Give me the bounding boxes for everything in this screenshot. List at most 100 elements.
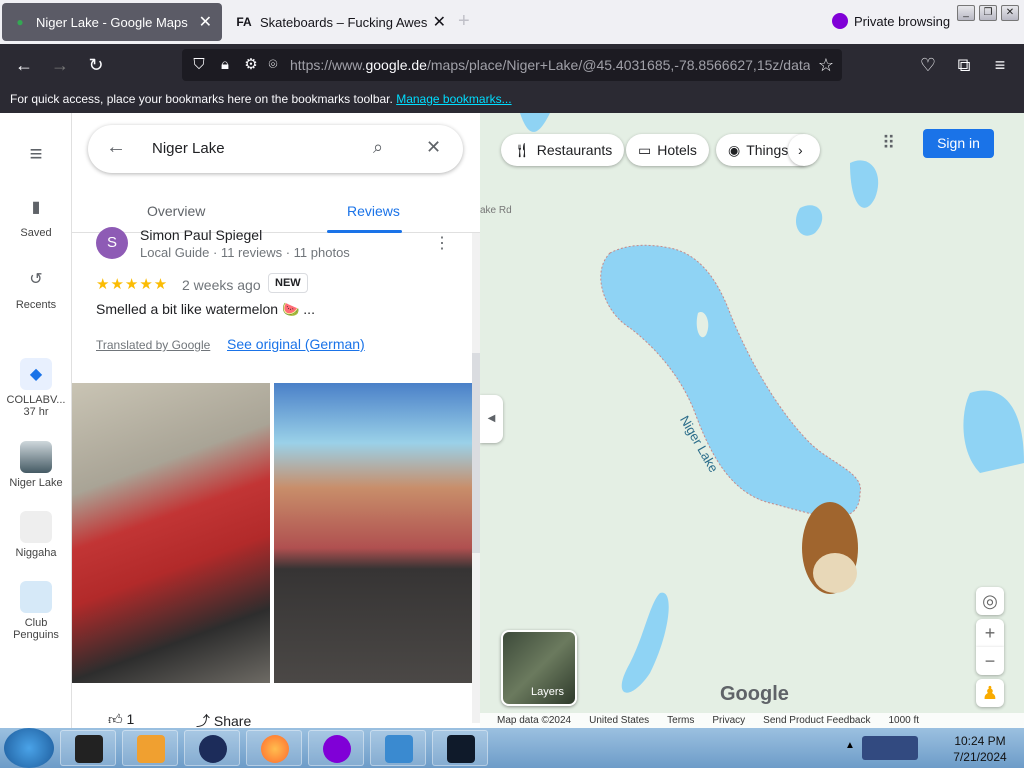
- lock-icon[interactable]: 🔒︎: [214, 54, 236, 76]
- beaver-belly: [813, 553, 857, 593]
- search-icon[interactable]: ⌕: [373, 137, 383, 158]
- sign-in-button[interactable]: Sign in: [923, 129, 994, 158]
- feedback-link[interactable]: Send Product Feedback: [763, 715, 870, 726]
- minimize-button[interactable]: _: [957, 5, 975, 21]
- terminal-icon: [75, 735, 103, 763]
- zoom-in-button[interactable]: +: [976, 619, 1004, 647]
- zoom-out-button[interactable]: −: [976, 647, 1004, 675]
- thumbs-up-icon: 👍︎: [108, 711, 123, 727]
- menu-icon[interactable]: ≡: [989, 54, 1011, 76]
- taskbar-app-6[interactable]: [370, 730, 426, 766]
- recent-collab[interactable]: ◆ COLLABV... 37 hr: [0, 358, 72, 418]
- reload-icon[interactable]: ↻: [85, 54, 107, 76]
- search-box[interactable]: ← Niger Lake ⌕ ✕: [88, 125, 463, 173]
- niger-lake-water[interactable]: [600, 244, 861, 518]
- reviewer-name[interactable]: Simon Paul Spiegel: [140, 227, 262, 243]
- map-data-credit: Map data ©2024: [497, 715, 572, 726]
- pond-south: [621, 592, 669, 693]
- monitor-icon: [447, 735, 475, 763]
- tray-expand-icon[interactable]: ▲: [845, 740, 855, 751]
- menu-button[interactable]: ≡: [0, 138, 72, 174]
- bookmark-icon: ▮: [31, 199, 41, 216]
- location-icon[interactable]: ⌾: [262, 54, 284, 76]
- search-input[interactable]: Niger Lake: [152, 140, 225, 157]
- new-badge: NEW: [268, 273, 308, 293]
- map-footer: Map data ©2024 United States Terms Priva…: [480, 713, 1024, 728]
- layers-button[interactable]: Layers: [501, 630, 577, 706]
- forward-icon[interactable]: →: [49, 54, 71, 76]
- url-bar[interactable]: ⛉ 🔒︎ ⚙ ⌾ https://www.google.de/maps/plac…: [182, 49, 842, 81]
- tab-niger-lake[interactable]: ● Niger Lake - Google Maps ✕: [2, 3, 222, 41]
- terms-link[interactable]: Terms: [667, 715, 694, 726]
- chips-next-button[interactable]: ›: [788, 134, 820, 166]
- restore-button[interactable]: ❐: [979, 5, 997, 21]
- media-player-icon: [137, 735, 165, 763]
- pocket-icon[interactable]: ♡: [917, 54, 939, 76]
- recent-niggaha[interactable]: Niggaha: [0, 511, 72, 559]
- url-text: https://www.google.de/maps/place/Niger+L…: [290, 57, 810, 73]
- history-icon: ↺: [29, 271, 43, 288]
- share-icon: ⤴: [196, 713, 210, 728]
- share-button[interactable]: ⤴ Share: [196, 711, 251, 728]
- pegman-icon[interactable]: ♟: [976, 679, 1004, 707]
- clock-time: 10:24 PM: [954, 734, 1006, 748]
- like-button[interactable]: 👍︎ 1: [108, 711, 134, 728]
- taskbar-firefox[interactable]: [246, 730, 302, 766]
- extensions-icon[interactable]: ⧉: [953, 54, 975, 76]
- saved-button[interactable]: ▮ Saved: [0, 191, 72, 239]
- directions-icon: ◆: [20, 358, 52, 390]
- recents-label: Recents: [15, 299, 57, 311]
- back-icon[interactable]: ←: [13, 54, 35, 76]
- tab-bar: ● Niger Lake - Google Maps ✕ FA Skateboa…: [0, 0, 1024, 44]
- recent-club-penguins[interactable]: Club Penguins: [0, 581, 72, 641]
- taskbar-app-2[interactable]: [122, 730, 178, 766]
- new-tab-icon[interactable]: +: [458, 10, 470, 33]
- pond-small: [795, 205, 823, 236]
- collapse-panel-button[interactable]: ◀: [480, 395, 503, 443]
- clock[interactable]: 10:24 PM 7/21/2024: [940, 733, 1020, 765]
- panel-scrollbar-thumb[interactable]: [472, 353, 480, 553]
- taskbar-firefox-private[interactable]: [308, 730, 364, 766]
- review-date: 2 weeks ago: [182, 277, 261, 293]
- more-options-icon[interactable]: ⋮: [434, 233, 450, 253]
- tab-skateboards[interactable]: FA Skateboards – Fucking Awesome ✕: [226, 3, 456, 41]
- see-original-link[interactable]: See original (German): [227, 336, 365, 352]
- recents-button[interactable]: ↺ Recents: [0, 263, 72, 311]
- my-location-icon[interactable]: ◎: [976, 587, 1004, 615]
- tab-reviews[interactable]: Reviews: [347, 203, 400, 219]
- shield-icon[interactable]: ⛉: [188, 54, 210, 76]
- close-tab-icon[interactable]: ✕: [199, 12, 212, 32]
- privacy-link[interactable]: Privacy: [712, 715, 745, 726]
- tab-overview[interactable]: Overview: [147, 203, 205, 219]
- chip-hotels[interactable]: ▭ Hotels: [626, 134, 709, 166]
- taskbar-app-3[interactable]: [184, 730, 240, 766]
- scale-label[interactable]: 1000 ft: [888, 715, 919, 726]
- taskbar-app-1[interactable]: [60, 730, 116, 766]
- taskbar-app-7[interactable]: [432, 730, 488, 766]
- review-photo-1[interactable]: [72, 383, 270, 683]
- bookmark-star-icon[interactable]: ☆: [815, 54, 837, 76]
- chip-restaurants[interactable]: 🍴︎ Restaurants: [501, 134, 625, 166]
- clock-date: 7/21/2024: [953, 750, 1007, 764]
- tray-icons[interactable]: [862, 736, 918, 760]
- maps-side-rail: ≡ ▮ Saved ↺ Recents ◆ COLLABV... 37 hr N…: [0, 113, 72, 728]
- private-mask-icon: [832, 13, 848, 29]
- recent-niger-lake[interactable]: Niger Lake: [0, 441, 72, 489]
- google-apps-icon[interactable]: ⠿: [882, 133, 895, 154]
- review-photo-2[interactable]: [274, 383, 472, 683]
- download-icon: [385, 735, 413, 763]
- clear-icon[interactable]: ✕: [426, 137, 441, 158]
- map-canvas[interactable]: Niger Lake ake Rd 🍴︎ Restaurants ▭ Hotels …: [480, 113, 1024, 728]
- start-button[interactable]: [4, 728, 54, 768]
- region-link[interactable]: United States: [589, 715, 649, 726]
- back-arrow-icon[interactable]: ←: [106, 136, 126, 159]
- manage-bookmarks-link[interactable]: Manage bookmarks...: [396, 92, 511, 106]
- permissions-icon[interactable]: ⚙: [240, 54, 262, 76]
- bed-icon: ▭: [638, 141, 652, 158]
- avatar[interactable]: S: [96, 227, 128, 259]
- translated-by-google[interactable]: Translated by Google: [96, 338, 210, 352]
- close-window-button[interactable]: ✕: [1001, 5, 1019, 21]
- layers-label: Layers: [531, 686, 565, 698]
- fa-logo-icon: FA: [236, 15, 252, 29]
- close-tab-icon[interactable]: ✕: [433, 12, 446, 32]
